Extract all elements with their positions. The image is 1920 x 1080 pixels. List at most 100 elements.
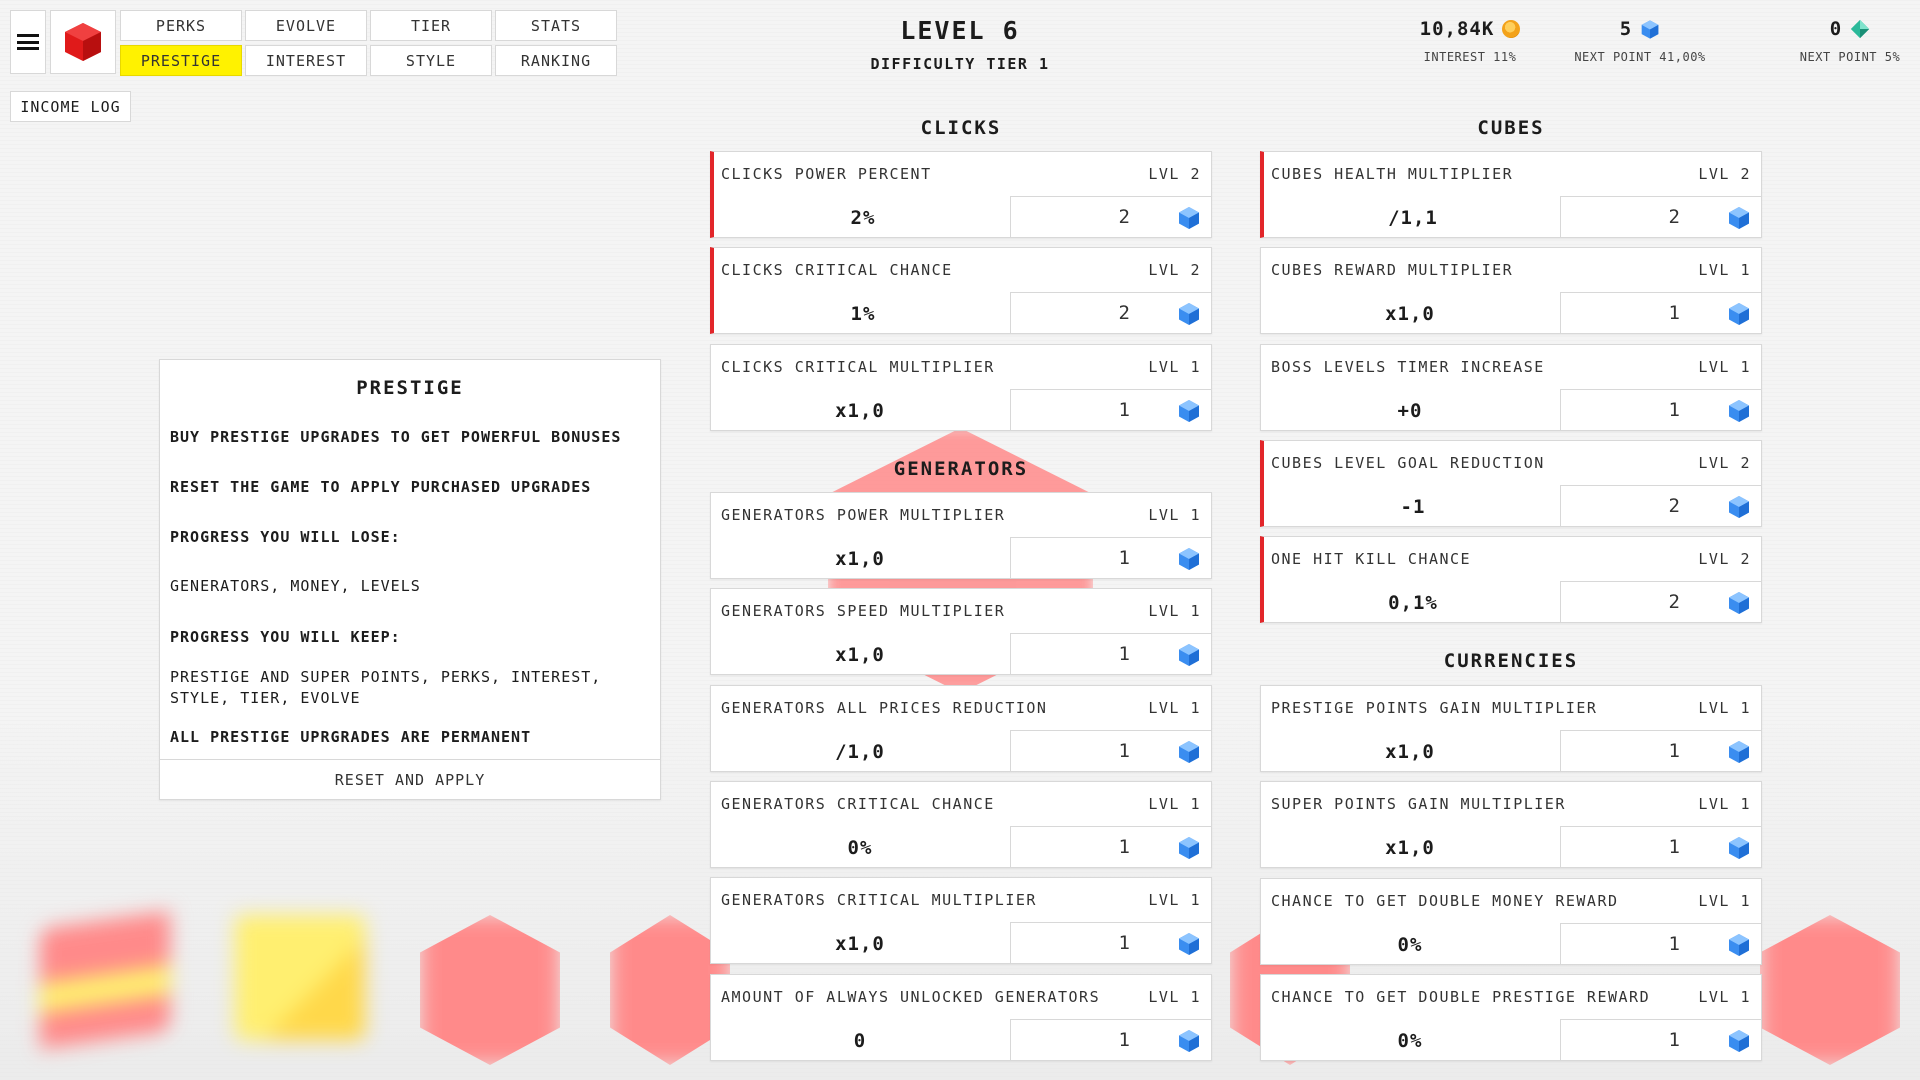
- upgrade-name: AMOUNT OF ALWAYS UNLOCKED GENERATORS: [721, 987, 1101, 1006]
- upgrade-level: LVL 2: [1148, 261, 1201, 280]
- upgrade-level: LVL 2: [1698, 165, 1751, 183]
- buy-upgrade-button[interactable]: 1: [1010, 825, 1212, 868]
- menu-button[interactable]: [10, 10, 46, 74]
- upgrade-value: x1,0: [835, 644, 885, 667]
- upgrade-value: 0%: [1397, 933, 1423, 956]
- buy-upgrade-button[interactable]: 2: [1560, 196, 1762, 238]
- upgrade-card: GENERATORS CRITICAL MULTIPLIER LVL 1 x1,0 1: [710, 877, 1212, 965]
- upgrade-cost: 2: [1668, 494, 1681, 517]
- buy-upgrade-button[interactable]: 2: [1010, 292, 1212, 335]
- upgrade-name: GENERATORS CRITICAL CHANCE: [721, 794, 995, 813]
- blue-gem-icon: [1727, 1029, 1751, 1053]
- upgrade-card: CUBES HEALTH MULTIPLIER LVL 2/1,1 2: [1260, 151, 1762, 238]
- buy-upgrade-button[interactable]: 2: [1010, 196, 1212, 238]
- cube-logo-button[interactable]: [50, 10, 116, 74]
- reset-and-apply-button[interactable]: RESET AND APPLY: [160, 759, 660, 799]
- buy-upgrade-button[interactable]: 1: [1560, 826, 1762, 869]
- tab-interest[interactable]: INTEREST: [245, 45, 367, 76]
- buy-upgrade-button[interactable]: 1: [1560, 730, 1762, 772]
- buy-upgrade-button[interactable]: 1: [1010, 729, 1212, 772]
- upgrade-cost: 1: [1118, 547, 1131, 569]
- blue-gem-icon: [1177, 740, 1201, 764]
- tab-bar: PERKS EVOLVE TIER STATS PRESTIGE INTERES…: [120, 10, 617, 76]
- upgrade-name: PRESTIGE POINTS GAIN MULTIPLIER: [1271, 699, 1598, 717]
- upgrade-level: LVL 1: [1148, 794, 1201, 813]
- upgrade-name: GENERATORS ALL PRICES REDUCTION: [721, 698, 1048, 717]
- upgrade-card: CUBES LEVEL GOAL REDUCTION LVL 2 -1 2: [1260, 439, 1762, 527]
- upgrade-cost: 1: [1118, 835, 1131, 858]
- blue-gem-icon: [1177, 547, 1201, 571]
- buy-upgrade-button[interactable]: 1: [1010, 388, 1212, 431]
- income-log-button[interactable]: INCOME LOG: [10, 91, 131, 122]
- upgrade-level: LVL 2: [1698, 550, 1751, 569]
- upgrade-value: /1,0: [835, 740, 885, 763]
- tab-stats[interactable]: STATS: [495, 10, 617, 41]
- prestige-reset-description: RESET THE GAME TO APPLY PURCHASED UPGRAD…: [170, 478, 592, 496]
- buy-upgrade-button[interactable]: 2: [1560, 484, 1762, 527]
- buy-upgrade-button[interactable]: 1: [1010, 537, 1212, 579]
- upgrade-name: GENERATORS CRITICAL MULTIPLIER: [721, 891, 1037, 910]
- upgrade-name: CLICKS CRITICAL CHANCE: [721, 261, 953, 280]
- lose-items: GENERATORS, MONEY, LEVELS: [170, 577, 421, 595]
- buy-upgrade-button[interactable]: 1: [1010, 1018, 1212, 1061]
- buy-upgrade-button[interactable]: 1: [1010, 922, 1212, 965]
- tab-ranking[interactable]: RANKING: [495, 45, 617, 76]
- tab-tier[interactable]: TIER: [370, 10, 492, 41]
- tab-prestige[interactable]: PRESTIGE: [120, 45, 242, 76]
- buy-upgrade-button[interactable]: 1: [1560, 388, 1762, 431]
- generators-section-title: GENERATORS: [893, 458, 1029, 480]
- super-points-value: 0: [1829, 18, 1843, 40]
- upgrade-level: LVL 1: [1698, 699, 1751, 717]
- upgrade-value: 0%: [847, 836, 873, 859]
- upgrade-card: BOSS LEVELS TIMER INCREASE LVL 1 +0 1: [1260, 343, 1762, 431]
- upgrade-cost: 1: [1668, 398, 1681, 421]
- buy-upgrade-button[interactable]: 1: [1560, 292, 1762, 335]
- prestige-points-value: 5: [1619, 18, 1633, 40]
- upgrade-value: 1%: [850, 303, 876, 326]
- upgrade-value: x1,0: [1385, 303, 1435, 326]
- blue-gem-icon: [1727, 399, 1751, 423]
- buy-upgrade-button[interactable]: 1: [1560, 1018, 1762, 1061]
- buy-upgrade-button[interactable]: 2: [1560, 581, 1762, 624]
- upgrade-cost: 1: [1118, 643, 1131, 666]
- upgrade-name: CHANCE TO GET DOUBLE PRESTIGE REWARD: [1271, 987, 1651, 1006]
- keep-items-line-2: STYLE, TIER, EVOLVE: [170, 689, 361, 707]
- blue-gem-icon: [1177, 932, 1201, 956]
- upgrade-level: LVL 1: [1698, 261, 1751, 280]
- upgrade-value: 2%: [850, 207, 876, 229]
- tab-evolve[interactable]: EVOLVE: [245, 10, 367, 41]
- upgrade-card: CLICKS CRITICAL MULTIPLIER LVL 1 x1,0 1: [710, 343, 1212, 431]
- upgrade-card: GENERATORS POWER MULTIPLIER LVL 1 x1,0 1: [710, 492, 1212, 579]
- tab-perks[interactable]: PERKS: [120, 10, 242, 41]
- interest-rate: INTEREST 11%: [1423, 50, 1517, 64]
- upgrade-card: CHANCE TO GET DOUBLE PRESTIGE REWARD LVL …: [1260, 973, 1762, 1061]
- buy-upgrade-button[interactable]: 1: [1010, 633, 1212, 676]
- buy-upgrade-button[interactable]: 1: [1560, 922, 1762, 965]
- upgrade-level: LVL 1: [1698, 891, 1751, 910]
- prestige-description: BUY PRESTIGE UPGRADES TO GET POWERFUL BO…: [170, 428, 622, 446]
- upgrade-value: +0: [1397, 399, 1423, 422]
- upgrade-level: LVL 1: [1148, 891, 1201, 910]
- difficulty-tier: DIFFICULTY TIER 1: [870, 55, 1050, 73]
- upgrade-name: SUPER POINTS GAIN MULTIPLIER: [1271, 795, 1566, 814]
- tab-style[interactable]: STYLE: [370, 45, 492, 76]
- upgrade-value: x1,0: [835, 399, 885, 422]
- lose-title: PROGRESS YOU WILL LOSE:: [170, 528, 401, 546]
- money-stat: 10,84K INTEREST 11%: [1390, 18, 1550, 64]
- upgrade-level: LVL 1: [1698, 357, 1751, 376]
- upgrade-cost: 1: [1668, 932, 1681, 955]
- upgrade-cost: 1: [1668, 1028, 1681, 1051]
- prestige-panel-title: PRESTIGE: [356, 377, 464, 399]
- upgrade-value: 0: [853, 1029, 867, 1052]
- prestige-info-panel: PRESTIGE BUY PRESTIGE UPGRADES TO GET PO…: [159, 359, 661, 800]
- upgrade-cost: 2: [1668, 206, 1681, 228]
- blue-gem-icon: [1177, 643, 1201, 667]
- upgrade-value: x1,0: [835, 548, 885, 570]
- upgrade-cost: 1: [1668, 740, 1681, 762]
- upgrade-name: CUBES REWARD MULTIPLIER: [1271, 261, 1514, 280]
- upgrade-card: GENERATORS ALL PRICES REDUCTION LVL 1/1,0…: [710, 684, 1212, 772]
- blue-gem-icon: [1727, 206, 1751, 230]
- upgrade-cost: 2: [1118, 302, 1131, 325]
- keep-title: PROGRESS YOU WILL KEEP:: [170, 628, 401, 646]
- keep-items-line-1: PRESTIGE AND SUPER POINTS, PERKS, INTERE…: [170, 668, 602, 686]
